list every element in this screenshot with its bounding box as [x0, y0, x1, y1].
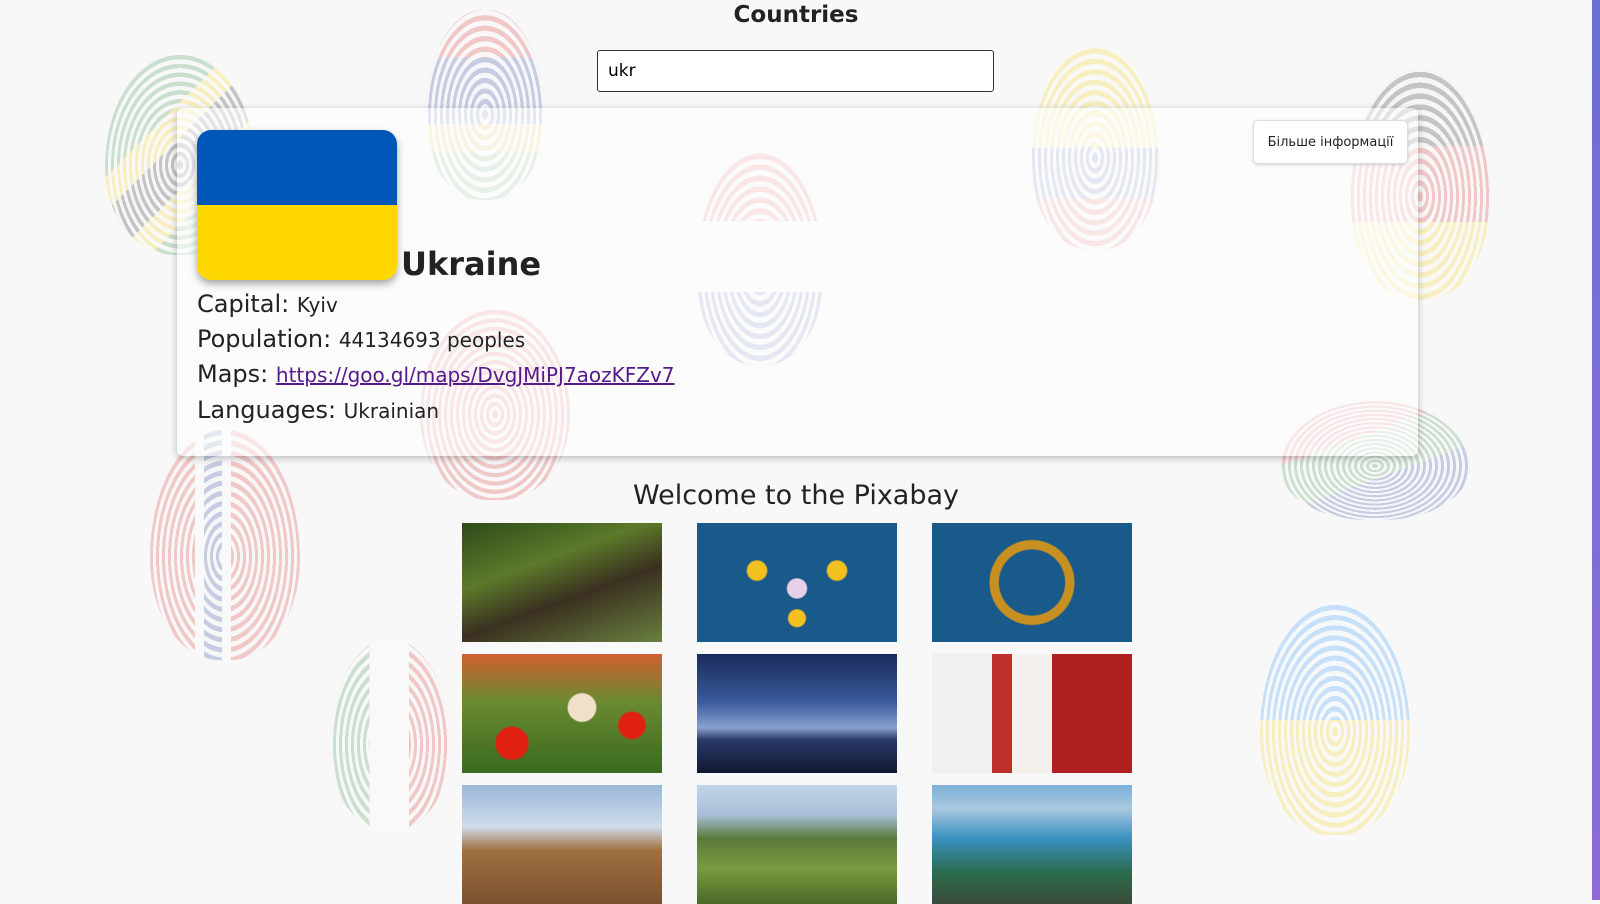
gallery-heading: Welcome to the Pixabay: [632, 480, 960, 511]
page-scrollbar[interactable]: [1592, 0, 1600, 900]
fingerprint-mexico-icon: [330, 640, 450, 830]
fingerprint-ukraine-icon: [1260, 605, 1410, 835]
country-name: Ukraine: [401, 245, 542, 283]
fingerprint-norway-icon: [150, 430, 300, 660]
population-label: Population:: [197, 325, 332, 353]
country-card: Ukraine Більше інформації Capital: Kyiv …: [177, 108, 1418, 456]
flower-heart-photo[interactable]: [697, 523, 897, 642]
maps-row: Maps: https://goo.gl/maps/DvgJMiPJ7aozKF…: [197, 360, 675, 388]
country-flag: [197, 130, 397, 280]
forest-stream-photo[interactable]: [462, 523, 662, 642]
maps-label: Maps:: [197, 360, 269, 388]
poppy-field-child-photo[interactable]: [462, 654, 662, 773]
village-hills-photo[interactable]: [697, 785, 897, 904]
more-info-button[interactable]: Більше інформації: [1253, 120, 1408, 164]
flag-bottom-stripe: [197, 205, 397, 280]
population-row: Population: 44134693 peoples: [197, 325, 525, 353]
languages-row: Languages: Ukrainian: [197, 396, 439, 424]
embroidered-shirt-photo[interactable]: [932, 654, 1132, 773]
population-value: 44134693 peoples: [338, 328, 526, 352]
peace-sign-flowers-photo[interactable]: [932, 523, 1132, 642]
capital-row: Capital: Kyiv: [197, 290, 338, 318]
country-search-input[interactable]: [597, 50, 994, 92]
flag-top-stripe: [197, 130, 397, 205]
page-title: Countries: [733, 2, 859, 28]
languages-label: Languages:: [197, 396, 337, 424]
city-river-photo[interactable]: [932, 785, 1132, 904]
languages-value: Ukrainian: [343, 399, 440, 423]
maps-link[interactable]: https://goo.gl/maps/DvgJMiPJ7aozKFZv7: [276, 363, 675, 387]
capital-value: Kyiv: [296, 293, 338, 317]
capital-label: Capital:: [197, 290, 290, 318]
wheat-field-photo[interactable]: [462, 785, 662, 904]
mountain-clouds-photo[interactable]: [697, 654, 897, 773]
